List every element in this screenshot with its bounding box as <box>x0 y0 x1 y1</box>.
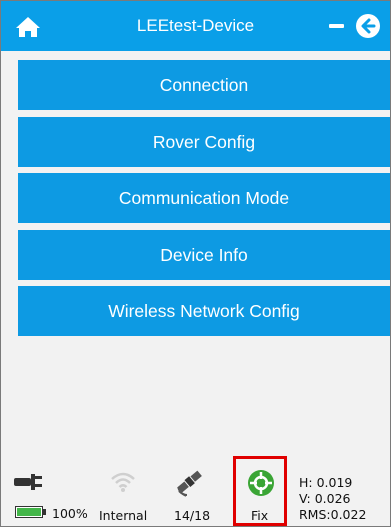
network-mode: Internal <box>99 508 148 523</box>
battery-icon <box>15 505 47 524</box>
wifi-icon <box>109 469 137 498</box>
app-window: LEEtest-Device Connection Rover Config C… <box>0 0 391 527</box>
horizontal-precision: H: 0.019 <box>299 475 353 490</box>
power-plug-icon <box>13 471 43 498</box>
back-arrow-icon[interactable] <box>356 14 380 38</box>
fix-status-label: Fix <box>251 508 269 523</box>
device-info-button[interactable]: Device Info <box>18 230 390 280</box>
home-icon[interactable] <box>15 16 41 38</box>
satellite-count: 14/18 <box>174 508 211 523</box>
page-title: LEEtest-Device <box>136 16 255 35</box>
wireless-network-config-button[interactable]: Wireless Network Config <box>18 286 390 336</box>
communication-mode-button[interactable]: Communication Mode <box>18 173 390 223</box>
minimize-icon[interactable] <box>329 24 344 28</box>
battery-percent: 100% <box>52 506 88 521</box>
rms-value: RMS:0.022 <box>299 507 367 522</box>
satellite-icon <box>175 467 205 502</box>
connection-button[interactable]: Connection <box>18 60 390 110</box>
rover-config-button[interactable]: Rover Config <box>18 117 390 167</box>
gnss-fix-icon <box>247 469 275 502</box>
vertical-precision: V: 0.026 <box>299 491 351 506</box>
header-bar: LEEtest-Device <box>1 1 390 51</box>
